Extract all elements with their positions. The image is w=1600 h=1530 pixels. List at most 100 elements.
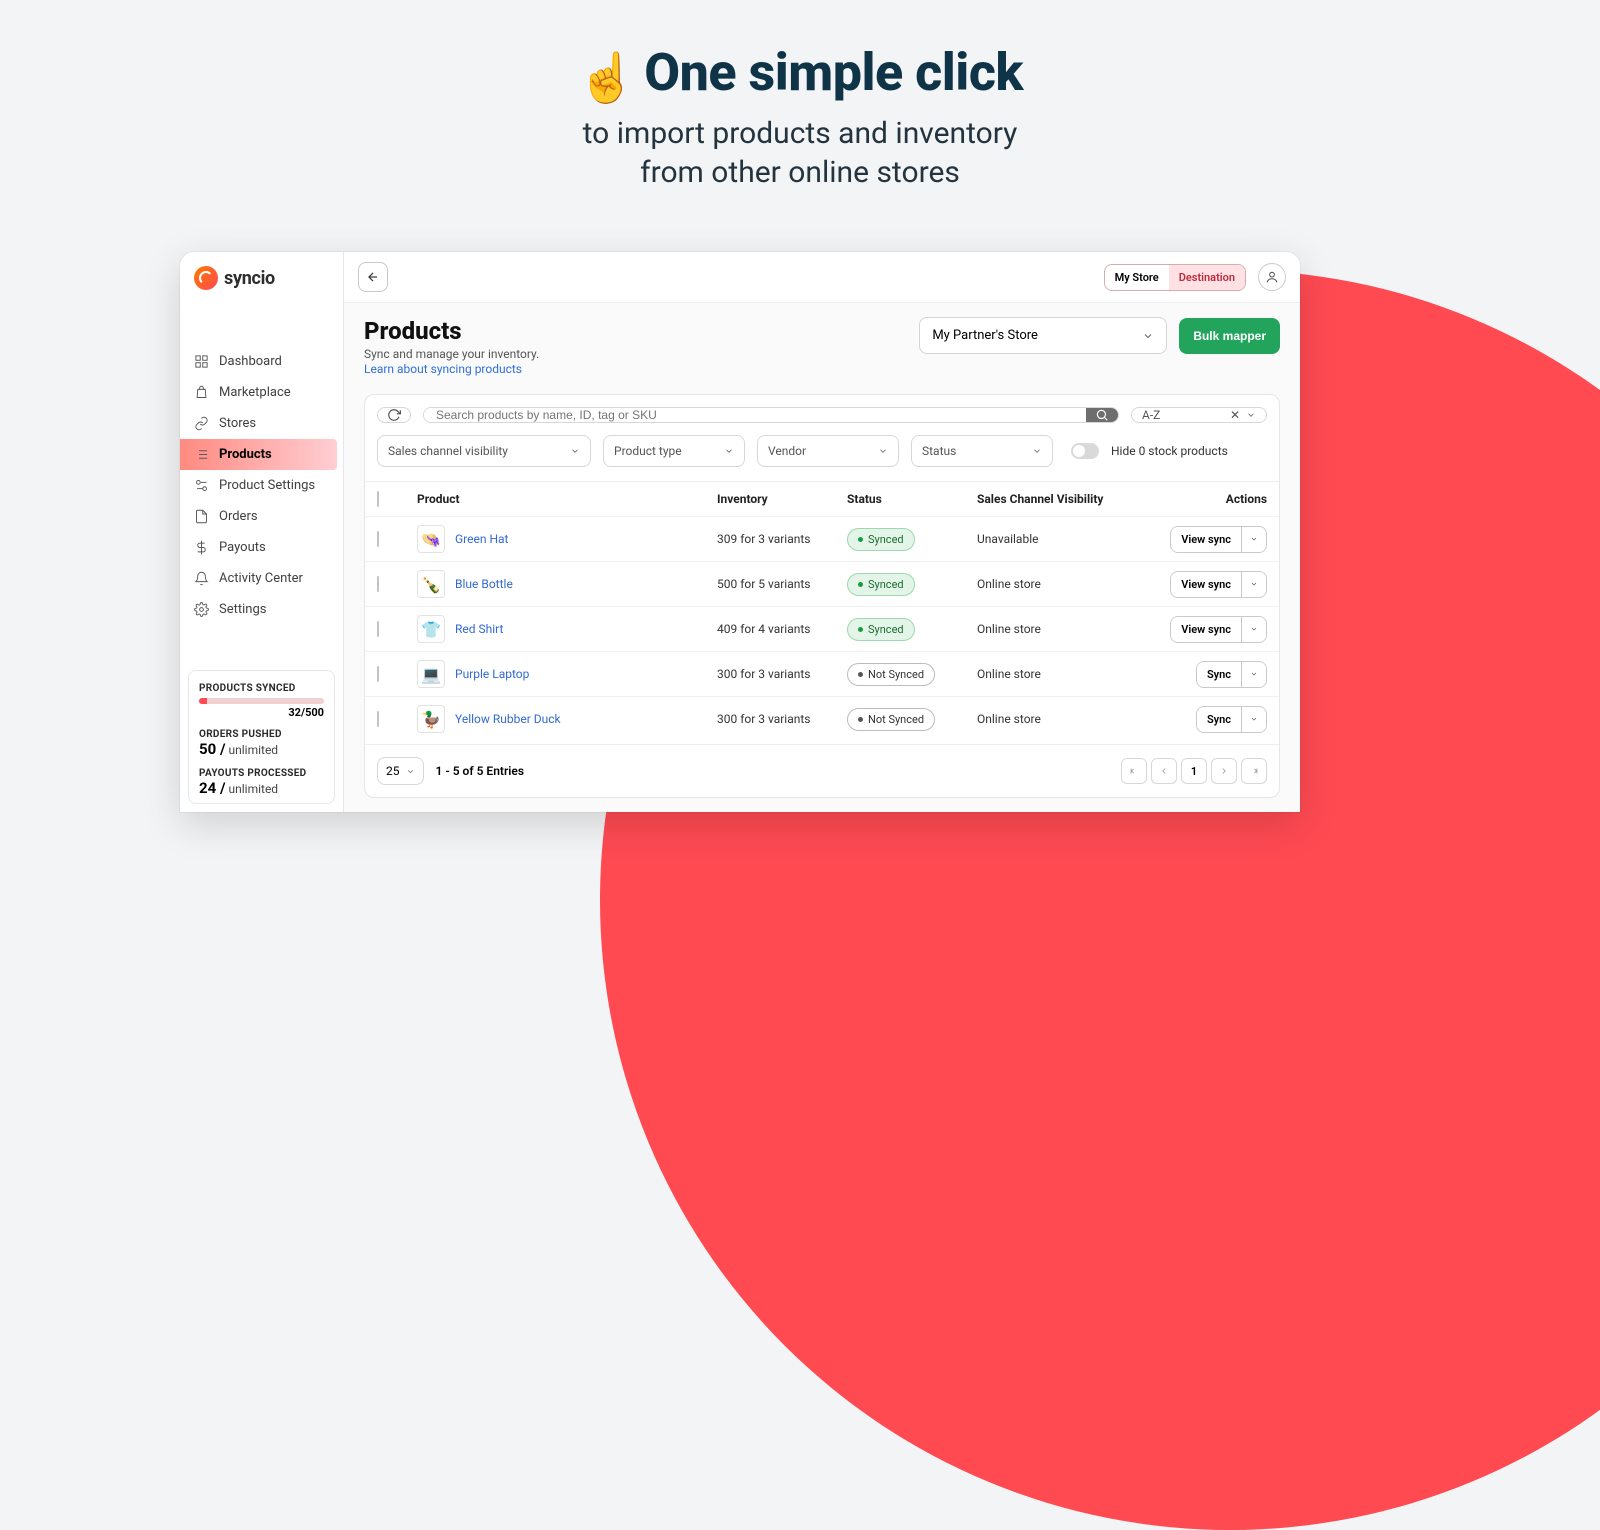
row-action-dropdown[interactable] <box>1241 572 1266 597</box>
sidebar-item-products[interactable]: Products <box>180 439 337 470</box>
sidebar-item-payouts[interactable]: Payouts <box>180 532 343 563</box>
row-checkbox[interactable] <box>377 576 379 592</box>
row-action-button[interactable]: Sync <box>1197 707 1241 732</box>
table-row: 🦆Yellow Rubber Duck300 for 3 variantsNot… <box>365 696 1279 741</box>
sidebar-item-label: Activity Center <box>219 571 303 586</box>
col-product: Product <box>417 492 717 506</box>
row-action-dropdown[interactable] <box>1241 527 1266 552</box>
row-checkbox[interactable] <box>377 531 379 547</box>
per-page-value: 25 <box>386 764 400 778</box>
sidebar-item-dashboard[interactable]: Dashboard <box>180 346 343 377</box>
filter-label: Product type <box>614 444 682 458</box>
row-action-button[interactable]: View sync <box>1171 527 1241 552</box>
filter-product-type[interactable]: Product type <box>603 435 745 467</box>
sort-select[interactable]: A-Z ✕ <box>1131 407 1267 423</box>
table-row: 🍾Blue Bottle500 for 5 variantsSyncedOnli… <box>365 561 1279 606</box>
filter-status[interactable]: Status <box>911 435 1053 467</box>
pill-destination[interactable]: Destination <box>1169 265 1245 290</box>
hide-zero-toggle[interactable] <box>1071 443 1099 459</box>
product-thumb: 💻 <box>417 660 445 688</box>
page-first-button[interactable] <box>1121 758 1147 784</box>
link-icon <box>194 416 209 431</box>
close-icon[interactable]: ✕ <box>1230 408 1240 422</box>
hero-subtitle-1: to import products and inventory <box>583 116 1018 151</box>
table-body: 👒 Green Hat 309 for 3 variants Synced Unavai… <box>365 516 1279 741</box>
visibility-cell: Unavailable <box>977 532 1167 546</box>
product-name-link[interactable]: Blue Bottle <box>455 577 513 591</box>
hero-subtitle-2: from other online stores <box>640 155 960 190</box>
page-next-button[interactable] <box>1211 758 1237 784</box>
status-badge: Synced <box>847 573 915 596</box>
per-page-select[interactable]: 25 <box>377 757 424 785</box>
row-action-dropdown[interactable] <box>1241 707 1266 732</box>
stats-orders-unit: unlimited <box>226 743 279 757</box>
stats-orders-label: ORDERS PUSHED <box>199 729 324 740</box>
filter-label: Sales channel visibility <box>388 444 508 458</box>
visibility-cell: Online store <box>977 667 1167 681</box>
search-button[interactable] <box>1086 408 1118 422</box>
product-thumb: 🦆 <box>417 705 445 733</box>
grid-icon <box>194 354 209 369</box>
product-name-link[interactable]: Green Hat <box>455 532 508 546</box>
row-action-dropdown[interactable] <box>1241 617 1266 642</box>
row-action-button[interactable]: Sync <box>1197 662 1241 687</box>
sidebar-item-label: Products <box>219 447 272 462</box>
row-action-button[interactable]: View sync <box>1171 572 1241 597</box>
filter-label: Vendor <box>768 444 806 458</box>
sidebar-item-stores[interactable]: Stores <box>180 408 343 439</box>
sidebar-item-label: Orders <box>219 509 258 524</box>
stats-orders-value: 50 / <box>199 740 226 758</box>
product-table-wrapper: A-Z ✕ Sales channel visibility Product ty… <box>364 394 1280 798</box>
list-icon <box>194 447 209 462</box>
pill-my-store[interactable]: My Store <box>1105 265 1169 290</box>
row-action-dropdown[interactable] <box>1241 662 1266 687</box>
row-checkbox[interactable] <box>377 711 379 727</box>
page-prev-button[interactable] <box>1151 758 1177 784</box>
row-action-button[interactable]: View sync <box>1171 617 1241 642</box>
pagination: 1 <box>1121 758 1267 784</box>
product-thumb: 👒 <box>417 525 445 553</box>
learn-link[interactable]: Learn about syncing products <box>364 362 539 376</box>
dollar-icon <box>194 540 209 555</box>
row-checkbox[interactable] <box>377 666 379 682</box>
pointing-up-icon: ☝️ <box>577 49 636 106</box>
refresh-button[interactable] <box>377 407 411 423</box>
filter-channel-visibility[interactable]: Sales channel visibility <box>377 435 591 467</box>
select-all-checkbox[interactable] <box>377 491 379 507</box>
product-thumb: 🍾 <box>417 570 445 598</box>
product-name-link[interactable]: Red Shirt <box>455 622 503 636</box>
sidebar-item-label: Payouts <box>219 540 266 555</box>
product-name-link[interactable]: Yellow Rubber Duck <box>455 712 561 726</box>
sidebar-item-marketplace[interactable]: Marketplace <box>180 377 343 408</box>
partner-store-select[interactable]: My Partner's Store <box>919 317 1167 354</box>
col-inventory: Inventory <box>717 492 847 506</box>
inventory-cell: 500 for 5 variants <box>717 577 847 591</box>
col-visibility: Sales Channel Visibility <box>977 492 1167 506</box>
user-menu[interactable] <box>1258 263 1286 291</box>
topbar: My Store Destination <box>344 252 1300 303</box>
back-button[interactable] <box>358 262 388 292</box>
page-subtitle: Sync and manage your inventory. <box>364 347 539 361</box>
sidebar-item-label: Settings <box>219 602 266 617</box>
page-number[interactable]: 1 <box>1181 758 1207 784</box>
page-last-button[interactable] <box>1241 758 1267 784</box>
table-row: 💻Purple Laptop300 for 3 variantsNot Sync… <box>365 651 1279 696</box>
bulk-mapper-button[interactable]: Bulk mapper <box>1179 318 1280 354</box>
sidebar-item-product-settings[interactable]: Product Settings <box>180 470 343 501</box>
filter-vendor[interactable]: Vendor <box>757 435 899 467</box>
product-name-link[interactable]: Purple Laptop <box>455 667 529 681</box>
sidebar-item-settings[interactable]: Settings <box>180 594 343 625</box>
hero-title: One simple click <box>644 42 1023 103</box>
sidebar-item-activity[interactable]: Activity Center <box>180 563 343 594</box>
sort-value: A-Z <box>1142 408 1160 422</box>
logo[interactable]: syncio <box>180 252 343 304</box>
chevron-down-icon <box>1246 410 1256 420</box>
hide-zero-label: Hide 0 stock products <box>1111 444 1228 458</box>
inventory-cell: 309 for 3 variants <box>717 532 847 546</box>
row-checkbox[interactable] <box>377 621 379 637</box>
sliders-icon <box>194 478 209 493</box>
search-input[interactable] <box>424 408 1086 422</box>
logo-text: syncio <box>224 268 275 289</box>
sidebar-item-orders[interactable]: Orders <box>180 501 343 532</box>
partner-store-value: My Partner's Store <box>932 328 1038 343</box>
